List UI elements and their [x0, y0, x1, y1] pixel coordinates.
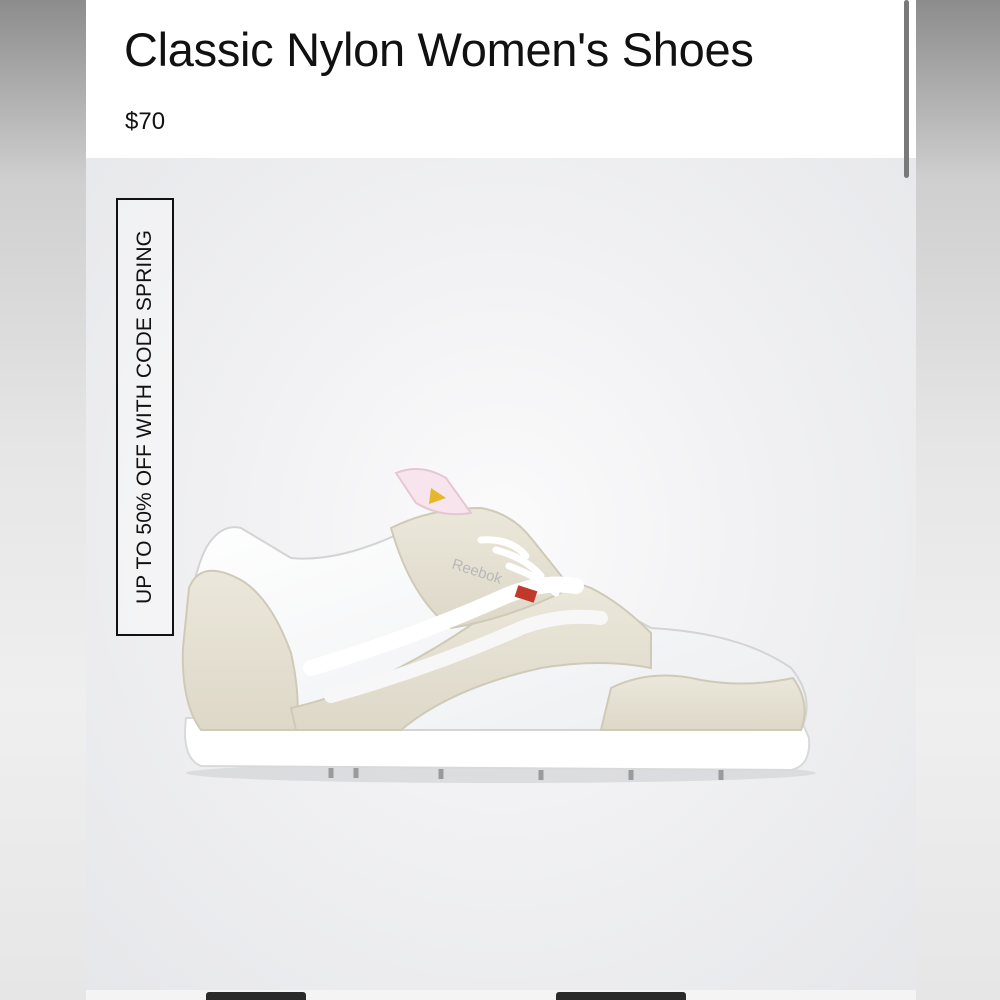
product-title: Classic Nylon Women's Shoes — [124, 23, 754, 76]
promo-badge[interactable]: UP TO 50% OFF WITH CODE SPRING — [116, 198, 174, 636]
product-header: Classic Nylon Women's Shoes $70 — [86, 0, 916, 158]
product-price: $70 — [125, 108, 166, 135]
promo-text: UP TO 50% OFF WITH CODE SPRING — [133, 229, 156, 605]
product-page[interactable]: Classic Nylon Women's Shoes $70 UP TO 50… — [86, 0, 916, 1000]
scrollbar[interactable] — [904, 0, 909, 178]
background-right — [916, 0, 1000, 1000]
product-image[interactable]: UP TO 50% OFF WITH CODE SPRING Reebok — [86, 158, 916, 990]
shoe-illustration: Reebok — [181, 468, 816, 783]
next-image-peek — [86, 990, 916, 1000]
background-left — [0, 0, 86, 1000]
